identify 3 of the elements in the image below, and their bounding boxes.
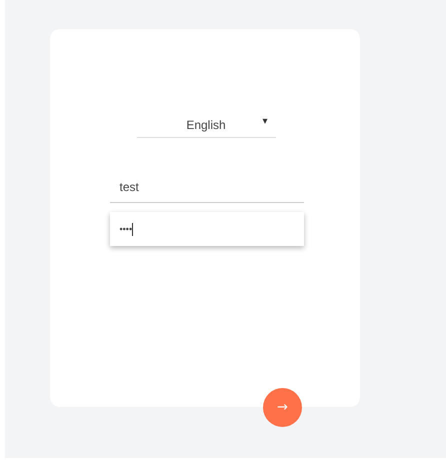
username-field[interactable]: test bbox=[110, 171, 304, 203]
language-select[interactable]: English ▾ bbox=[136, 112, 276, 138]
password-field[interactable]: •••• bbox=[110, 212, 304, 246]
